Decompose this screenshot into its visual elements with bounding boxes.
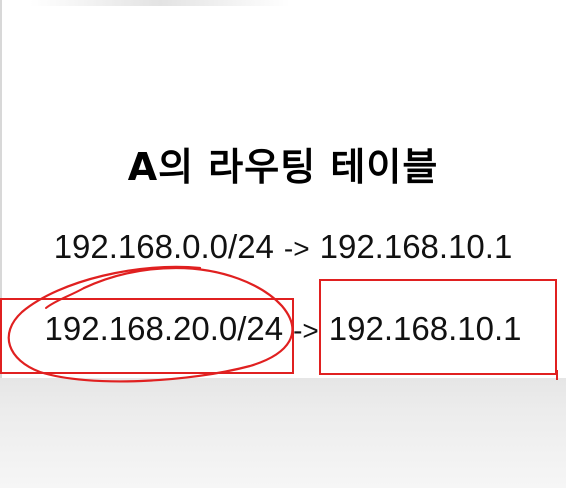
route-destination: 192.168.20.0/24 [44, 310, 284, 347]
route-next-hop: 192.168.10.1 [319, 228, 513, 265]
slide-top-edge [30, 0, 290, 6]
route-arrow: -> [283, 233, 310, 264]
route-row-1: 192.168.0.0/24 -> 192.168.10.1 [0, 228, 566, 266]
slide: A의 라우팅 테이블 192.168.0.0/24 -> 192.168.10.1 … [0, 0, 566, 488]
route-row-2: 192.168.20.0/24 -> 192.168.10.1 [0, 310, 566, 348]
route-next-hop: 192.168.10.1 [328, 310, 522, 347]
slide-title: A의 라우팅 테이블 [127, 145, 439, 189]
destination-scribble-ellipse [45, 287, 85, 309]
slide-bottom-shade [0, 378, 566, 488]
route-arrow: -> [293, 315, 319, 346]
route-destination: 192.168.0.0/24 [53, 228, 274, 265]
